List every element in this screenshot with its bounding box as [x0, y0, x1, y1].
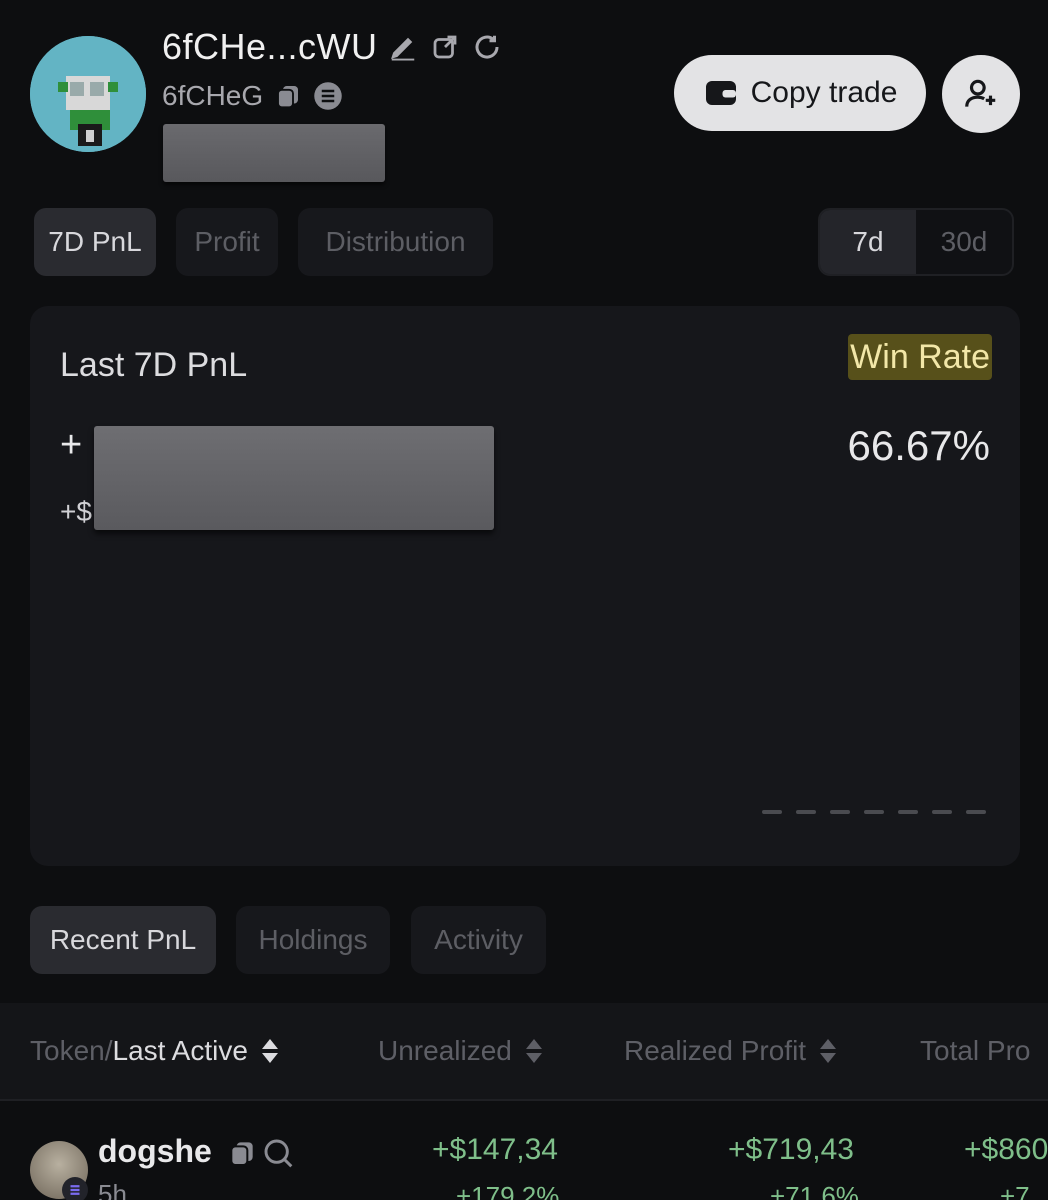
- last-active-time: 5h: [98, 1179, 127, 1200]
- pnl-sign: +: [60, 424, 83, 466]
- wallet-name-row: 6fCHe...cWU: [162, 26, 504, 68]
- copy-icon[interactable]: [226, 1137, 258, 1169]
- token-icons: [226, 1137, 294, 1169]
- tab-profit[interactable]: Profit: [176, 208, 278, 276]
- win-rate-value: 66.67%: [847, 422, 990, 469]
- wallet-sub-row: 6fCHeG: [162, 80, 343, 112]
- realized-pct: +71.6%: [770, 1181, 859, 1200]
- wallet-avatar[interactable]: [30, 36, 146, 152]
- wallet-name: 6fCHe...cWU: [162, 26, 378, 67]
- tab-holdings[interactable]: Holdings: [236, 906, 390, 974]
- add-user-icon: [965, 79, 996, 107]
- table-header: Token/Last Active Unrealized Realized Pr…: [0, 1003, 1048, 1101]
- sort-icon[interactable]: [818, 1037, 838, 1065]
- refresh-icon[interactable]: [470, 30, 504, 64]
- col-total-label: Total Pro: [920, 1035, 1031, 1066]
- wallet-page: 6fCHe...cWU 6fCHeG Copy trade 7D PnL Pro…: [0, 0, 1048, 1200]
- col-realized-profit[interactable]: Realized Profit: [624, 1035, 838, 1067]
- redacted-block: [94, 426, 494, 530]
- sort-icon[interactable]: [524, 1037, 544, 1065]
- copy-icon[interactable]: [273, 81, 303, 111]
- period-7d[interactable]: 7d: [820, 210, 916, 274]
- period-30d[interactable]: 30d: [916, 210, 1012, 274]
- wallet-icon: [705, 81, 736, 105]
- external-link-icon[interactable]: [428, 30, 462, 64]
- tab-distribution[interactable]: Distribution: [298, 208, 493, 276]
- solana-icon: [62, 1177, 88, 1200]
- total-value: +$860: [964, 1133, 1048, 1166]
- unrealized-pct: +179.2%: [456, 1181, 560, 1200]
- col-token-last-active[interactable]: Token/Last Active: [30, 1035, 280, 1067]
- wallet-address-short: 6fCHeG: [162, 80, 264, 111]
- col-unrealized-label: Unrealized: [378, 1035, 512, 1066]
- empty-chart-placeholder: [762, 810, 986, 814]
- col-token-label: Token/: [30, 1035, 113, 1066]
- redacted-block: [163, 124, 385, 182]
- pnl-dollar-prefix: +$: [60, 496, 92, 527]
- tab-activity[interactable]: Activity: [411, 906, 546, 974]
- tab-7d-pnl[interactable]: 7D PnL: [34, 208, 156, 276]
- follow-button[interactable]: [942, 55, 1020, 133]
- copy-trade-label: Copy trade: [750, 76, 898, 109]
- win-rate-label: Win Rate: [848, 334, 992, 380]
- total-pct: +7: [1000, 1181, 1030, 1200]
- token-name[interactable]: dogshe: [98, 1133, 212, 1170]
- solana-icon: [313, 81, 343, 111]
- pencil-icon[interactable]: [386, 30, 420, 64]
- sort-icon[interactable]: [260, 1037, 280, 1065]
- col-total-profit[interactable]: Total Pro: [920, 1035, 1031, 1067]
- col-realized-label: Realized Profit: [624, 1035, 807, 1066]
- table-row[interactable]: dogshe 5h +$147,34 +179.2% +$719,43 +71.…: [0, 1103, 1048, 1200]
- copy-trade-button[interactable]: Copy trade: [674, 55, 926, 131]
- period-toggle: 7d 30d: [818, 208, 1014, 276]
- search-icon[interactable]: [262, 1137, 294, 1169]
- col-last-active-label: Last Active: [112, 1035, 248, 1066]
- tab-recent-pnl[interactable]: Recent PnL: [30, 906, 216, 974]
- realized-value: +$719,43: [728, 1133, 854, 1166]
- pnl-card-title: Last 7D PnL: [60, 346, 248, 384]
- col-unrealized[interactable]: Unrealized: [378, 1035, 544, 1067]
- pnl-card: Last 7D PnL Win Rate 66.67% + +$: [30, 306, 1020, 866]
- unrealized-value: +$147,34: [432, 1133, 558, 1166]
